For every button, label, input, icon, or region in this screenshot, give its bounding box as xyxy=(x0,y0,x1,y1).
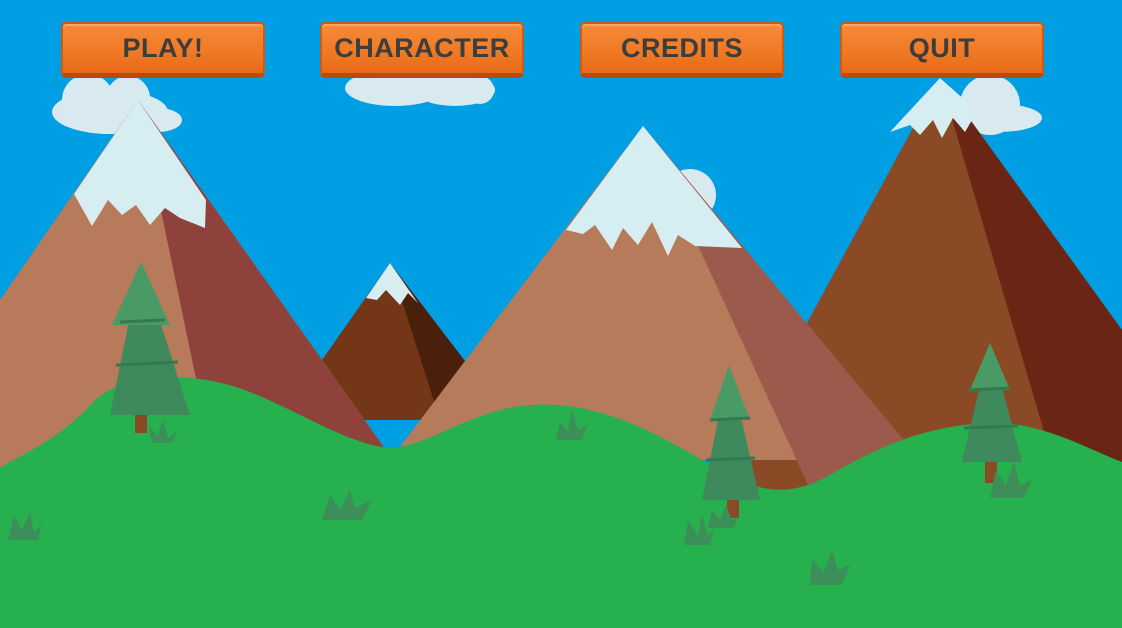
character-button[interactable]: CHARACTER xyxy=(320,22,524,78)
game-background-scene xyxy=(0,0,1122,628)
play-button[interactable]: PLAY! xyxy=(61,22,265,78)
quit-button[interactable]: QUIT xyxy=(840,22,1044,78)
credits-button[interactable]: CREDITS xyxy=(580,22,784,78)
